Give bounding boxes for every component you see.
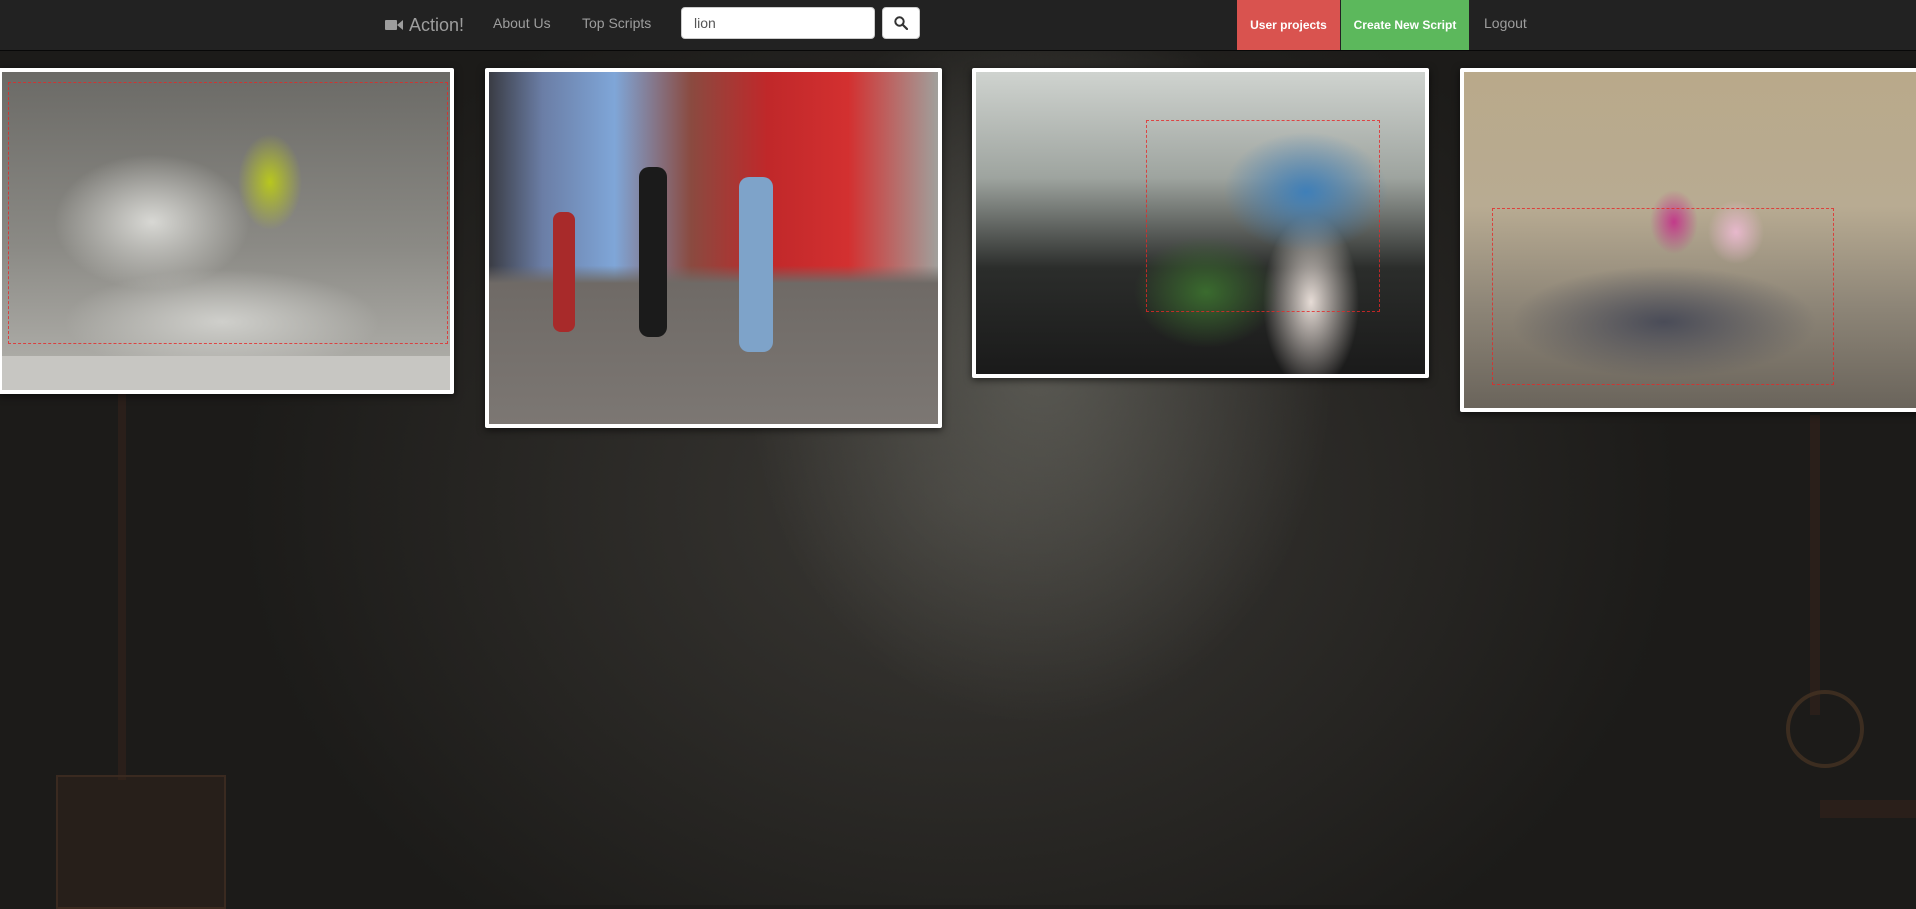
- detection-box: [8, 82, 448, 344]
- search-icon: [894, 16, 908, 30]
- blue-lion-sculpture-photo: [976, 72, 1425, 374]
- background-pipe: [118, 390, 126, 780]
- video-camera-icon: [385, 20, 403, 30]
- user-projects-button[interactable]: User projects: [1237, 0, 1340, 50]
- detection-box: [1146, 120, 1380, 312]
- lion-statue-photo: [2, 72, 450, 390]
- nav-about-us[interactable]: About Us: [493, 0, 551, 50]
- street-scene-photo: [489, 72, 938, 424]
- create-new-script-button[interactable]: Create New Script: [1341, 0, 1469, 50]
- result-thumbnail[interactable]: [485, 68, 942, 428]
- brand-label: Action!: [409, 14, 465, 35]
- dark-lion-statue-photo: [1464, 72, 1916, 408]
- background-pipe: [1820, 800, 1916, 818]
- top-navbar: Action! About Us Top Scripts User projec…: [0, 0, 1916, 51]
- result-thumbnail[interactable]: [0, 68, 454, 394]
- nav-top-scripts[interactable]: Top Scripts: [582, 0, 651, 50]
- pedestrian: [639, 167, 667, 337]
- pedestrian: [739, 177, 773, 352]
- statue-pedestal: [2, 356, 450, 390]
- search-input[interactable]: [681, 7, 875, 39]
- background-pipe: [1810, 415, 1820, 715]
- background-valve-wheel: [1786, 690, 1864, 768]
- logout-link[interactable]: Logout: [1484, 0, 1527, 50]
- result-thumbnail[interactable]: [1460, 68, 1916, 412]
- background-crate: [56, 775, 226, 909]
- brand-link[interactable]: Action!: [385, 0, 464, 50]
- result-thumbnail[interactable]: [972, 68, 1429, 378]
- pedestrian: [553, 212, 575, 332]
- search-button[interactable]: [882, 7, 920, 39]
- detection-box: [1492, 208, 1834, 385]
